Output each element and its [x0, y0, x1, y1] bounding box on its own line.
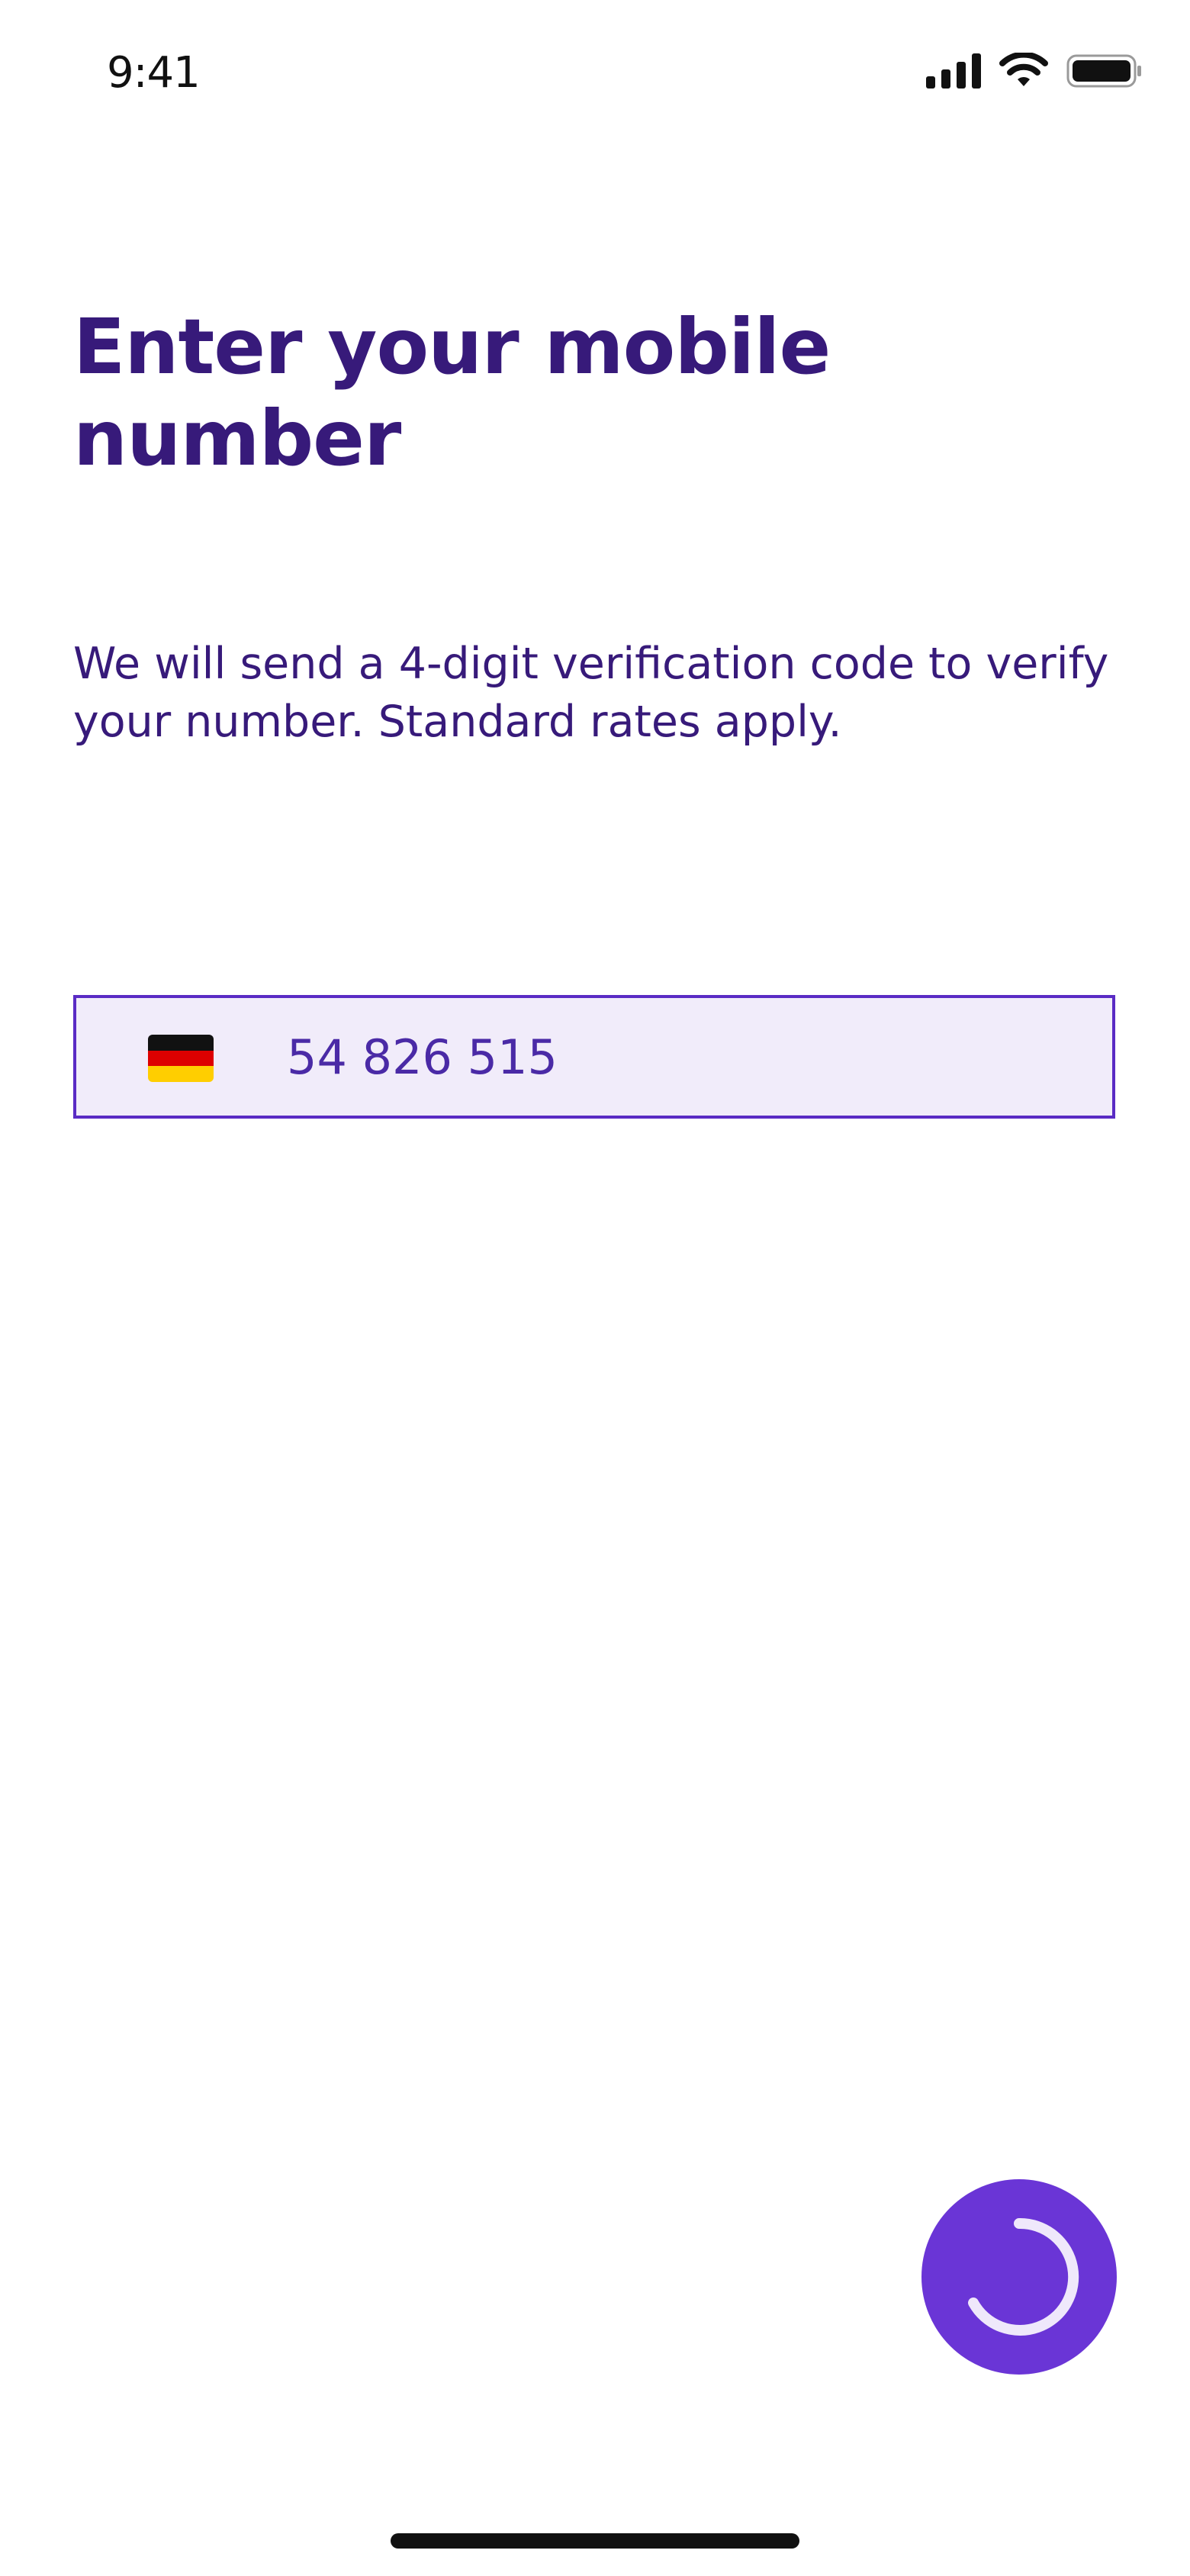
signal-icon	[926, 53, 981, 89]
description-text: We will send a 4-digit verification code…	[73, 639, 1109, 747]
status-icons	[926, 50, 1143, 92]
continue-button[interactable]	[921, 2179, 1117, 2375]
battery-icon	[1066, 54, 1141, 88]
wifi-icon	[999, 53, 1048, 86]
phone-number-value[interactable]: 54 826 515	[287, 1026, 558, 1090]
home-indicator	[391, 2533, 799, 2549]
page-title: Enter your mobile number	[73, 302, 831, 483]
germany-flag-icon[interactable]	[148, 1035, 214, 1082]
status-time: 9:41	[107, 48, 201, 98]
phone-number-input[interactable]: 54 826 515	[73, 995, 1115, 1119]
loading-spinner-icon	[968, 2217, 1079, 2336]
